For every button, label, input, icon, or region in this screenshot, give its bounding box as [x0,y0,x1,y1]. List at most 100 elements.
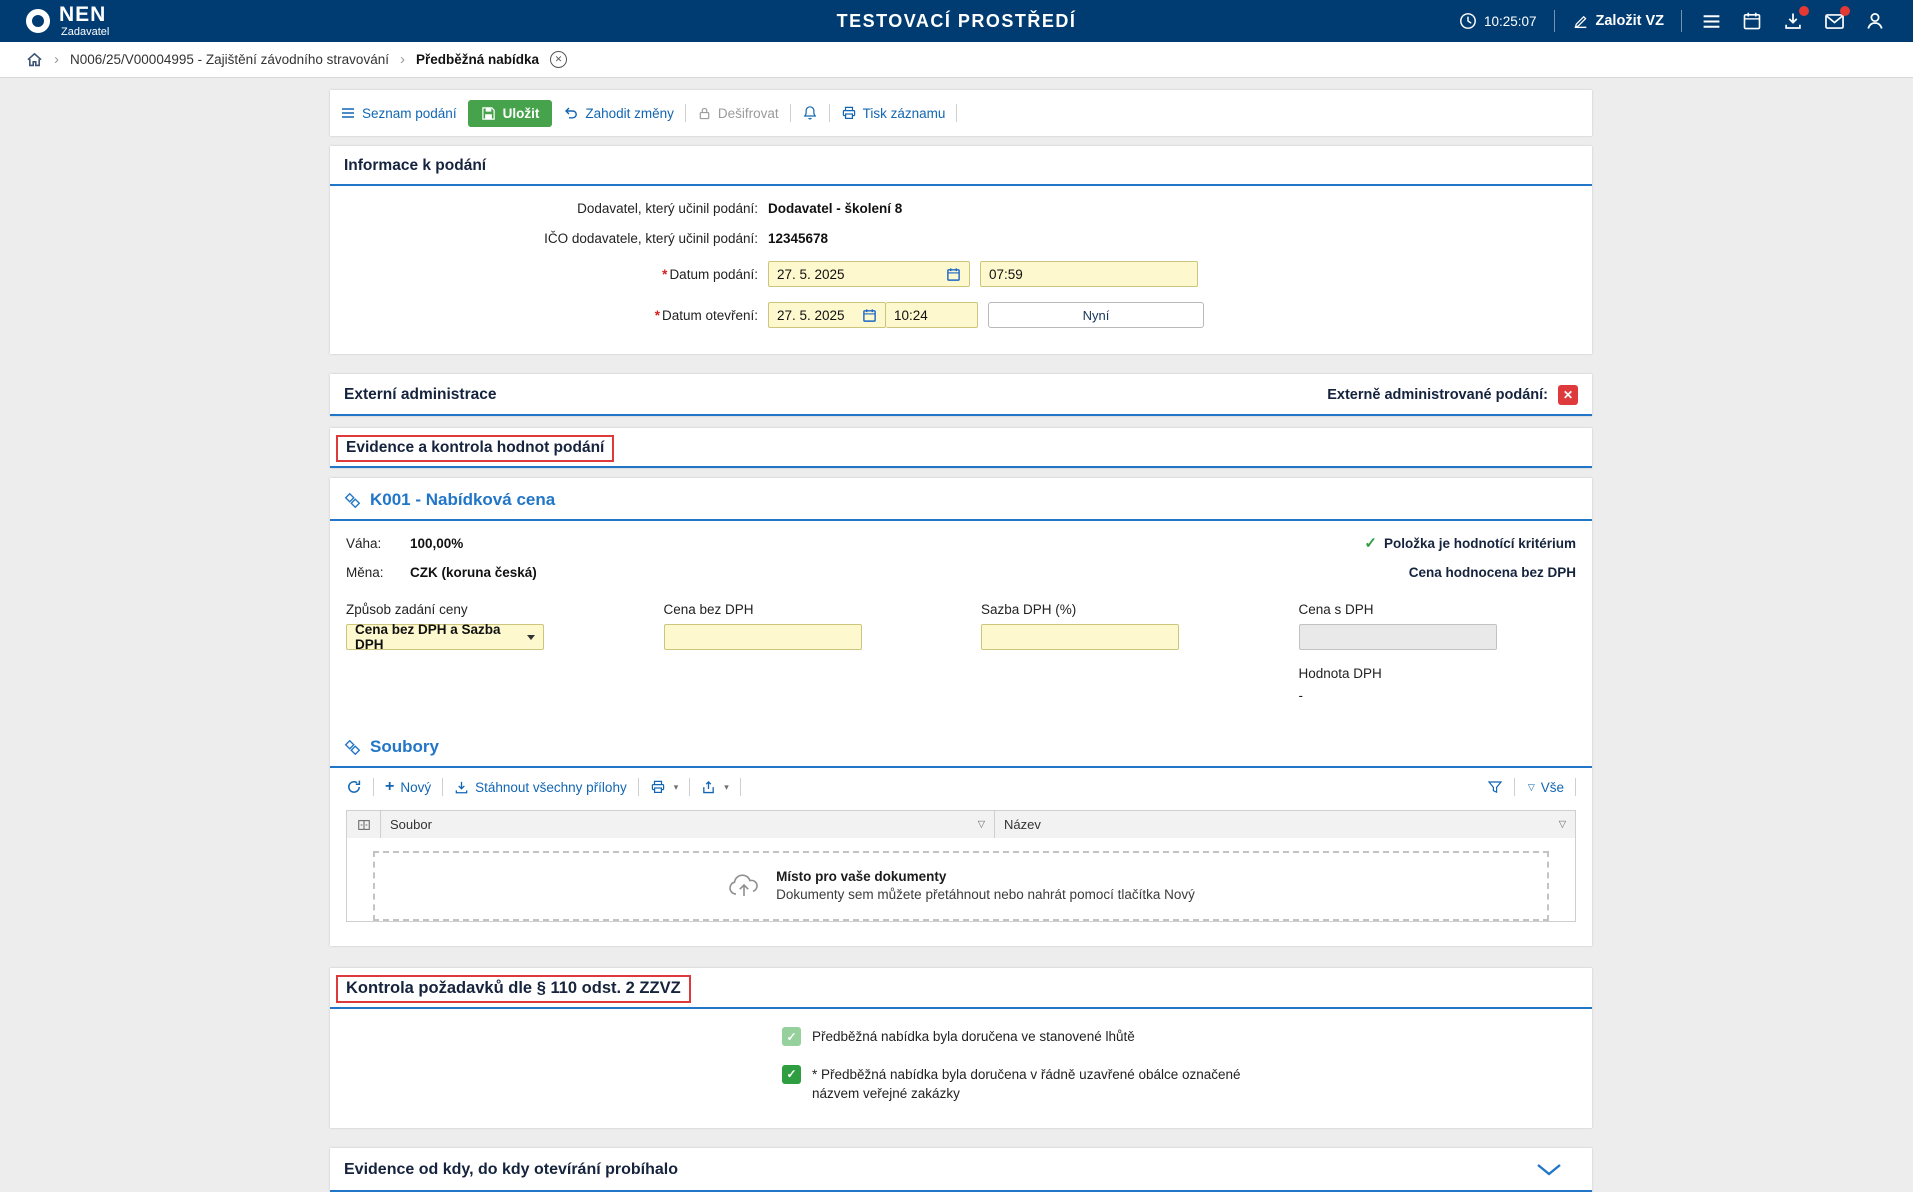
caret-down-icon: ▾ [674,782,679,793]
decrypt-button: Dešifrovat [697,106,779,121]
breadcrumb-separator-icon: › [54,51,59,68]
discard-changes-button[interactable]: Zahodit změny [563,105,674,121]
messages-button[interactable] [1822,9,1846,33]
price-excl-vat-input[interactable] [664,624,862,650]
caret-down-icon: ▾ [724,782,729,793]
refresh-icon[interactable] [346,779,362,795]
column-name-label: Název [1004,817,1041,832]
column-header-name[interactable]: Název ▽ [995,811,1575,838]
brand-name: NEN [59,4,109,25]
files-table-header: Soubor ▽ Název ▽ [347,811,1575,838]
view-all-label: Vše [1541,780,1564,795]
topbar-divider [1554,10,1555,32]
close-tab-icon[interactable]: ✕ [550,51,567,68]
save-button[interactable]: Uložit [468,100,553,127]
envelope-check-label: * Předběžná nabídka byla doručena v řádn… [812,1065,1252,1104]
opening-evidence-title: Evidence od kdy, do kdy otevírání probíh… [344,1161,678,1179]
print-files-button[interactable]: ▾ [650,779,679,795]
vat-amount-label: Hodnota DPH [1299,666,1577,681]
opening-date-label: *Datum otevření: [330,308,768,323]
check-row-deadline: ✓ Předběžná nabídka byla doručena ve sta… [782,1027,1302,1047]
download-all-attachments-button[interactable]: Stáhnout všechny přílohy [454,780,627,795]
breadcrumb-item-contract[interactable]: N006/25/V00004995 - Zajištění závodního … [70,52,389,67]
calendar-button[interactable] [1740,9,1764,33]
annotation-highlight: Kontrola požadavků dle § 110 odst. 2 ZZV… [336,975,691,1003]
toolbar-divider [685,104,686,122]
export-button[interactable]: ▾ [701,780,729,795]
nen-logo-icon [26,9,50,33]
opening-time-input[interactable]: 10:24 [886,302,978,328]
price-method-select[interactable]: Cena bez DPH a Sazba DPH [346,624,544,650]
file-dropzone[interactable]: Místo pro vaše dokumenty Dokumenty sem m… [373,851,1549,921]
required-asterisk: * [655,308,660,323]
calendar-picker-icon[interactable] [862,308,877,323]
submission-list-button[interactable]: Seznam podání [340,105,457,121]
view-all-filter-button[interactable]: ▽ Vše [1526,780,1564,795]
currency-label: Měna: [346,565,410,580]
supplier-value: Dodavatel - školení 8 [768,201,902,216]
column-settings-icon[interactable] [347,811,381,838]
column-header-file[interactable]: Soubor ▽ [381,811,995,838]
downloads-button[interactable] [1781,9,1805,33]
vat-note: Cena hodnocena bez DPH [1409,565,1576,580]
criterion-icon [344,492,361,509]
files-header: Soubory [330,725,1592,768]
submission-date-row: *Datum podání: 27. 5. 2025 07:59 [330,261,1592,287]
k001-and-files-panel: K001 - Nabídková cena Váha: 100,00% ✓ Po… [330,478,1592,946]
envelope-checkbox-checked[interactable]: ✓ [782,1065,801,1084]
print-record-label: Tisk záznamu [863,106,946,121]
files-title: Soubory [370,737,439,757]
price-fields-grid: Způsob zadání ceny Cena bez DPH a Sazba … [346,602,1576,703]
sort-icon[interactable]: ▽ [978,819,985,830]
new-file-button[interactable]: + Nový [385,778,431,796]
submission-time-input[interactable]: 07:59 [980,261,1198,287]
files-table: Soubor ▽ Název ▽ Místo pro vaše dokument… [346,810,1576,922]
files-toolbar: + Nový Stáhnout všechny přílohy ▾ ▾ [330,768,1592,804]
home-icon[interactable] [26,51,43,68]
external-admin-checkbox-crossed[interactable]: ✕ [1558,385,1578,405]
submission-list-label: Seznam podání [362,106,457,121]
opening-time-value: 10:24 [894,308,928,323]
now-button-label: Nyní [1083,308,1110,323]
vat-amount-value: - [1299,688,1577,703]
deadline-checkbox-checked[interactable]: ✓ [782,1027,801,1046]
discard-changes-label: Zahodit změny [585,106,674,121]
external-admin-label: Externě administrované podání: [1327,387,1548,403]
opening-date-input[interactable]: 27. 5. 2025 [768,302,886,328]
decrypt-label: Dešifrovat [718,106,779,121]
print-record-button[interactable]: Tisk záznamu [841,105,946,121]
dropzone-subtitle: Dokumenty sem můžete přetáhnout nebo nah… [776,886,1195,904]
submission-time-value: 07:59 [989,267,1023,282]
toolbar-divider [442,778,443,796]
toolbar-divider [1514,778,1515,796]
toolbar-divider [689,778,690,796]
toolbar-divider [790,104,791,122]
calendar-picker-icon[interactable] [946,267,961,282]
filter-icon[interactable] [1487,779,1503,795]
chevron-down-icon[interactable] [1536,1163,1562,1176]
price-method-field: Způsob zadání ceny Cena bez DPH a Sazba … [346,602,624,703]
sort-icon[interactable]: ▽ [1559,819,1566,830]
toolbar-divider [373,778,374,796]
now-button[interactable]: Nyní [988,302,1204,328]
submission-info-title: Informace k podání [344,157,486,175]
submission-date-label: *Datum podání: [330,267,768,282]
submission-date-input[interactable]: 27. 5. 2025 [768,261,970,287]
price-method-label: Způsob zadání ceny [346,602,624,617]
create-vz-button[interactable]: Založit VZ [1572,13,1664,30]
k001-title: K001 - Nabídková cena [370,490,555,510]
requirements-check-header: Kontrola požadavků dle § 110 odst. 2 ZZV… [330,968,1592,1009]
menu-button[interactable] [1699,9,1723,33]
price-incl-vat-label: Cena s DPH [1299,602,1577,617]
notifications-bell-icon[interactable] [802,105,818,121]
clock-icon [1459,12,1477,30]
vat-amount-field: Hodnota DPH - [1299,666,1577,703]
external-admin-title: Externí administrace [344,386,496,404]
vat-rate-input[interactable] [981,624,1179,650]
opening-evidence-section[interactable]: Evidence od kdy, do kdy otevírání probíh… [330,1148,1592,1192]
nen-home-link[interactable]: NEN Zadavatel [26,4,109,38]
annotation-highlight: Evidence a kontrola hodnot podání [336,435,614,462]
submission-info-section: Informace k podání Dodavatel, který učin… [330,146,1592,354]
user-button[interactable] [1863,9,1887,33]
submission-date-value: 27. 5. 2025 [777,267,845,282]
